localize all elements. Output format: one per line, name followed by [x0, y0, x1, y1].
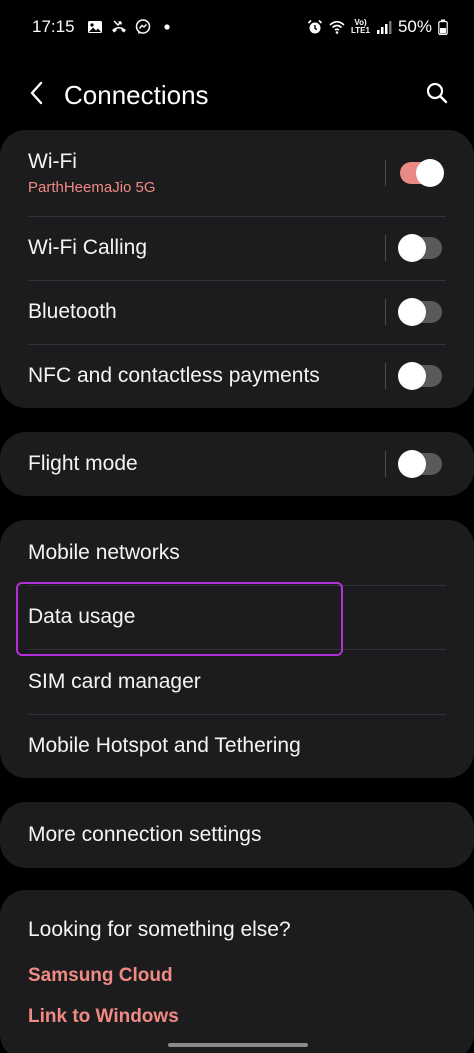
- wifi-toggle[interactable]: [400, 159, 444, 187]
- divider: [385, 235, 386, 261]
- missed-call-icon: [111, 19, 127, 35]
- back-button[interactable]: [22, 80, 52, 110]
- lte-label: LTE1: [351, 26, 370, 35]
- toggle-knob: [416, 159, 444, 187]
- toggle-knob: [398, 362, 426, 390]
- more-connection-settings-row[interactable]: More connection settings: [0, 802, 474, 868]
- hotspot-tethering-label: Mobile Hotspot and Tethering: [28, 734, 301, 757]
- divider: [385, 363, 386, 389]
- wifi-label: Wi-Fi: [28, 150, 77, 173]
- mobile-networks-label: Mobile networks: [28, 540, 180, 564]
- toggle-knob: [398, 298, 426, 326]
- battery-percent: 50%: [397, 17, 432, 36]
- wifi-text: Wi-Fi ParthHeemaJio 5G: [28, 150, 156, 196]
- status-left: 17:15: [32, 17, 175, 37]
- wifi-calling-row[interactable]: Wi-Fi Calling: [0, 216, 474, 280]
- wifi-network-name: ParthHeemaJio 5G: [28, 179, 156, 196]
- data-usage-label: Data usage: [28, 605, 136, 628]
- wifi-row[interactable]: Wi-Fi ParthHeemaJio 5G: [0, 130, 474, 216]
- networks-card: Mobile networks Data usage SIM card mana…: [0, 520, 474, 778]
- nfc-label: NFC and contactless payments: [28, 364, 320, 387]
- status-bar: 17:15 Vo) LTE1 50%: [0, 0, 474, 54]
- wifi-icon: [329, 19, 345, 35]
- chevron-left-icon: [27, 80, 47, 111]
- connections-toggle-card: Wi-Fi ParthHeemaJio 5G Wi-Fi Calling Blu…: [0, 130, 474, 408]
- nfc-row[interactable]: NFC and contactless payments: [0, 344, 474, 408]
- messenger-icon: [135, 19, 151, 35]
- suggestions-card: Looking for something else? Samsung Clou…: [0, 890, 474, 1053]
- sim-card-manager-row[interactable]: SIM card manager: [0, 649, 474, 714]
- battery-icon: [438, 19, 448, 35]
- data-usage-row[interactable]: Data usage: [0, 585, 474, 649]
- divider: [385, 451, 386, 477]
- status-right: Vo) LTE1 50%: [307, 17, 448, 37]
- status-time: 17:15: [32, 17, 75, 36]
- samsung-cloud-link[interactable]: Samsung Cloud: [28, 965, 173, 987]
- bluetooth-label: Bluetooth: [28, 300, 117, 323]
- bluetooth-row[interactable]: Bluetooth: [0, 280, 474, 344]
- divider: [385, 299, 386, 325]
- flight-mode-label: Flight mode: [28, 452, 138, 475]
- divider: [385, 160, 386, 186]
- search-icon: [425, 81, 449, 110]
- volte-indicator: Vo) LTE1: [351, 19, 370, 35]
- nfc-toggle[interactable]: [398, 362, 442, 390]
- bluetooth-toggle[interactable]: [398, 298, 442, 326]
- flight-mode-card: Flight mode: [0, 432, 474, 496]
- flight-mode-row[interactable]: Flight mode: [0, 432, 474, 496]
- hotspot-tethering-row[interactable]: Mobile Hotspot and Tethering: [0, 714, 474, 778]
- suggestions-title: Looking for something else?: [28, 918, 291, 941]
- home-indicator[interactable]: [168, 1043, 308, 1047]
- dot-icon: [159, 19, 175, 35]
- more-connection-settings-label: More connection settings: [28, 823, 262, 846]
- toggle-knob: [398, 234, 426, 262]
- wifi-calling-toggle[interactable]: [398, 234, 442, 262]
- link-to-windows-link[interactable]: Link to Windows: [28, 1006, 179, 1028]
- page-title: Connections: [64, 80, 209, 110]
- gallery-icon: [87, 19, 103, 35]
- toggle-knob: [398, 450, 426, 478]
- more-settings-card: More connection settings: [0, 802, 474, 868]
- flight-mode-toggle[interactable]: [398, 450, 442, 478]
- alarm-icon: [307, 19, 323, 35]
- app-bar: Connections: [0, 62, 474, 128]
- search-button[interactable]: [422, 80, 452, 110]
- sim-card-manager-label: SIM card manager: [28, 669, 201, 693]
- mobile-networks-row[interactable]: Mobile networks: [0, 520, 474, 585]
- signal-icon: [376, 19, 392, 35]
- wifi-calling-label: Wi-Fi Calling: [28, 236, 148, 259]
